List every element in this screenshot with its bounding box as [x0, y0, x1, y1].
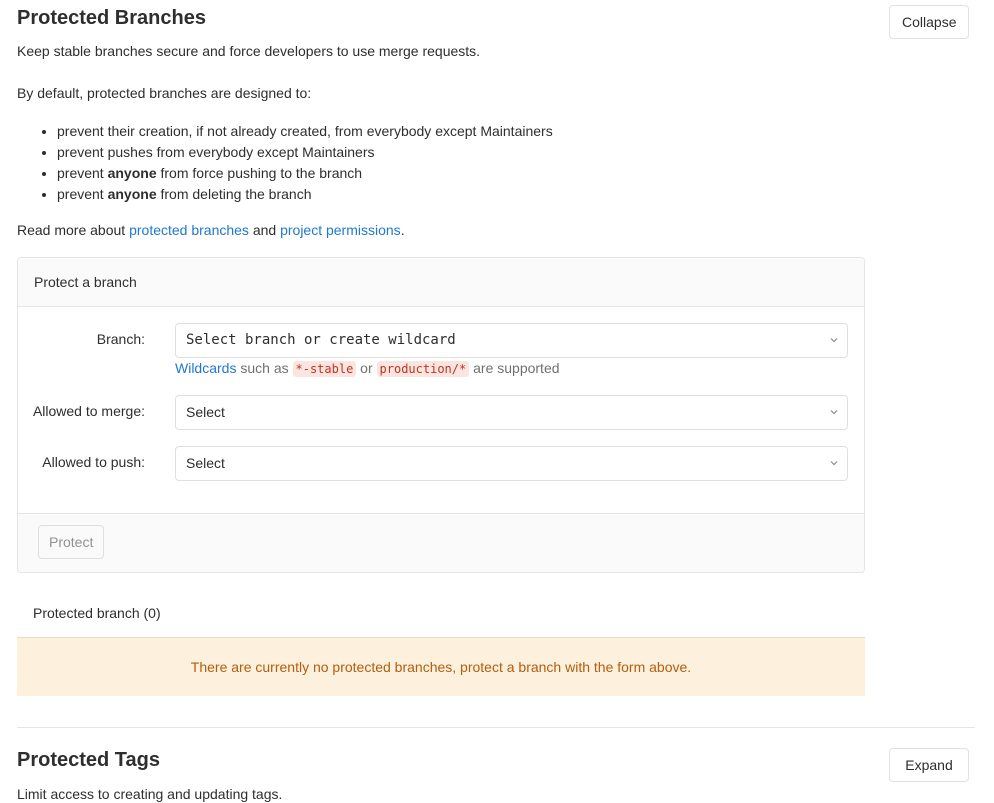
protect-button[interactable]: Protect [38, 525, 105, 559]
section-divider [17, 727, 975, 728]
chevron-down-icon [830, 410, 838, 415]
form-header: Protect a branch [18, 258, 864, 307]
wildcard-hint: Wildcards such as *-stable or production… [175, 360, 560, 377]
section-title: Protected Branches [17, 7, 206, 29]
rule-item: prevent their creation, if not already c… [57, 121, 553, 142]
protected-branches-header: Protected Branches [17, 4, 969, 32]
protect-branch-form: Protect a branch Branch: Select branch o… [17, 257, 865, 573]
allowed-to-merge-label: Allowed to merge: [32, 403, 145, 419]
merge-select-value: Select [186, 404, 225, 420]
section-description: Keep stable branches secure and force de… [17, 43, 481, 59]
empty-state-message: There are currently no protected branche… [17, 637, 865, 696]
project-permissions-link[interactable]: project permissions [280, 222, 401, 238]
allowed-to-push-select[interactable]: Select [175, 446, 848, 481]
wildcards-link[interactable]: Wildcards [175, 360, 236, 376]
wildcard-example-code: production/* [376, 361, 470, 377]
rule-item: prevent anyone from force pushing to the… [57, 163, 553, 184]
allowed-to-push-label: Allowed to push: [42, 454, 145, 470]
protected-tags-title: Protected Tags [17, 749, 160, 771]
branch-label: Branch: [96, 331, 145, 347]
collapse-button[interactable]: Collapse [889, 5, 969, 39]
protected-branch-count: Protected branch (0) [33, 605, 161, 621]
rule-item: prevent pushes from everybody except Mai… [57, 142, 553, 163]
chevron-down-icon [830, 338, 838, 343]
protected-branches-link[interactable]: protected branches [129, 222, 249, 238]
rule-item: prevent anyone from deleting the branch [57, 184, 553, 205]
allowed-to-merge-select[interactable]: Select [175, 395, 848, 430]
form-footer: Protect [18, 513, 864, 572]
push-select-value: Select [186, 455, 225, 471]
branch-select[interactable]: Select branch or create wildcard [175, 323, 848, 358]
protection-rules-list: prevent their creation, if not already c… [17, 121, 553, 205]
defaults-intro: By default, protected branches are desig… [17, 85, 312, 101]
chevron-down-icon [830, 461, 838, 466]
read-more-text: Read more about protected branches and p… [17, 222, 405, 238]
protected-tags-description: Limit access to creating and updating ta… [17, 786, 283, 802]
expand-button[interactable]: Expand [889, 748, 969, 782]
branch-select-placeholder: Select branch or create wildcard [186, 332, 456, 348]
wildcard-example-code: *-stable [292, 361, 357, 377]
